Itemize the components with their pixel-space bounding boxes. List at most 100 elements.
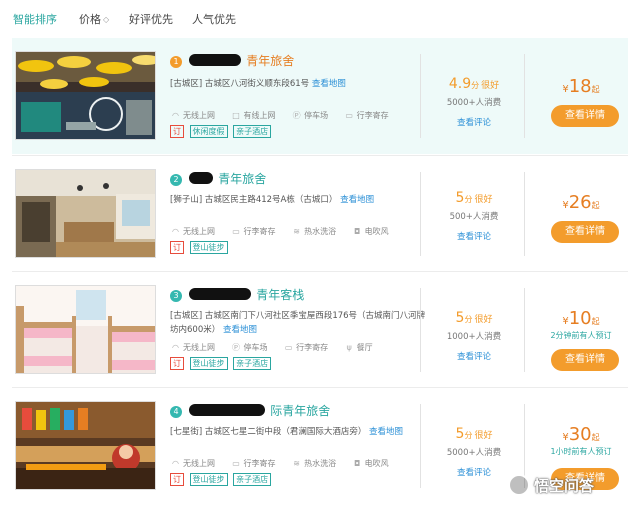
parking-icon: Ⓟ (292, 111, 301, 120)
theme-tag: 登山徒步 (189, 357, 228, 370)
price-value: 10 (568, 308, 592, 329)
sort-price[interactable]: 价格 ◇ (79, 11, 109, 27)
hotel-card[interactable]: 1 青年旅舍 [古城区] 古城区八河街义顺东段61号 查看地图 ◠ 无线上网 □ 有… (12, 38, 628, 154)
hotel-address: [七星街] 古城区七星二街中段（君澜国际大酒店旁） 查看地图 (170, 425, 432, 439)
sort-popularity[interactable]: 人气优先 (192, 11, 236, 27)
rating-word: 很好 (474, 315, 493, 325)
sort-rating[interactable]: 好评优先 (129, 11, 173, 27)
rank-badge: 4 (170, 406, 182, 418)
view-details-button[interactable]: 查看详情 (551, 221, 619, 243)
booking-tag: 订 (170, 473, 184, 486)
amenity-label: 行李寄存 (243, 459, 276, 468)
view-reviews-link[interactable]: 查看评论 (424, 350, 524, 362)
rating-block: 5分 很好 500+人消费 查看评论 (424, 190, 524, 242)
hotel-title[interactable]: 3 青年客栈 (170, 284, 304, 304)
theme-tag: 休闲度假 (189, 125, 228, 138)
price-suffix: 起 (591, 433, 600, 442)
wifi-icon: ◠ (172, 227, 179, 236)
rank-badge: 3 (170, 290, 182, 302)
recent-booking-note: 2分钟前有人预订 (550, 331, 612, 340)
view-map-link[interactable]: 查看地图 (340, 195, 374, 205)
address-text: [古城区] 古城区八河街义顺东段61号 (170, 79, 310, 89)
hotel-title[interactable]: 4 际青年旅舍 (170, 400, 330, 420)
sort-price-label: 价格 (79, 13, 101, 26)
divider (420, 288, 421, 372)
score-unit: 分 (464, 315, 473, 324)
tags-row: 订 登山徒步 亲子酒店 (170, 357, 274, 370)
hotel-card[interactable]: 2 青年旅舍 [狮子山] 古城区民主路412号A栋（古城口） 查看地图 ◠ 无线上… (12, 156, 628, 272)
hotel-name: 青年旅舍 (218, 172, 267, 186)
price-block: ¥26起 (532, 192, 630, 213)
view-map-link[interactable]: 查看地图 (223, 325, 257, 335)
price-suffix: 起 (591, 201, 600, 210)
rank-badge: 2 (170, 174, 182, 186)
amenity-label: 无线上网 (183, 227, 215, 236)
amenity-label: 无线上网 (183, 343, 215, 352)
hotel-photo[interactable] (15, 169, 156, 258)
view-map-link[interactable]: 查看地图 (369, 427, 403, 437)
wifi-icon: ◠ (172, 343, 179, 352)
wifi-icon: ◠ (172, 459, 179, 468)
amenity-label: 行李寄存 (356, 111, 389, 120)
address-text: [狮子山] 古城区民主路412号A栋（古城口） (170, 195, 338, 205)
consumer-count: 500+人消费 (449, 212, 499, 222)
amenity-label: 停车场 (243, 343, 268, 352)
rating-word: 很好 (481, 81, 500, 91)
hotel-photo[interactable] (15, 285, 156, 374)
hotel-address: [古城区] 古城区南门下八河社区季宝屋西段176号（古城南门八河牌坊内600米）… (170, 309, 432, 337)
view-reviews-link[interactable]: 查看评论 (424, 230, 524, 242)
amenity-label: 行李寄存 (296, 343, 329, 352)
network-icon: □ (232, 111, 240, 120)
rank-badge: 1 (170, 56, 182, 68)
score-value: 4.9 (448, 76, 472, 92)
score-unit: 分 (471, 81, 480, 90)
price-value: 26 (568, 192, 592, 213)
shower-icon: ≋ (293, 459, 300, 468)
redaction-mark (189, 172, 214, 184)
tags-row: 订 登山徒步 亲子酒店 (170, 473, 274, 486)
view-details-button[interactable]: 查看详情 (551, 349, 619, 371)
theme-tag: 亲子酒店 (233, 473, 272, 486)
redaction-mark (189, 404, 266, 416)
address-text: [古城区] 古城区南门下八河社区季宝屋西段176号（古城南门八河牌坊内600米） (170, 311, 426, 335)
amenity-label: 热水洗浴 (304, 459, 337, 468)
luggage-icon: ▭ (284, 343, 293, 352)
luggage-icon: ▭ (232, 227, 240, 236)
hotel-card[interactable]: 3 青年客栈 [古城区] 古城区南门下八河社区季宝屋西段176号（古城南门八河牌… (12, 272, 628, 388)
booking-tag: 订 (170, 241, 184, 254)
hotel-photo[interactable] (15, 401, 156, 490)
amenity-label: 无线上网 (183, 111, 215, 120)
amenity-label: 电吹风 (364, 459, 389, 468)
amenities-row: ◠ 无线上网 ▭ 行李寄存 ≋ 热水洗浴 ◘ 电吹风 (170, 458, 402, 469)
booking-tag: 订 (170, 357, 184, 370)
hotel-name: 青年旅舍 (246, 54, 295, 68)
amenity-label: 停车场 (304, 111, 329, 120)
divider (524, 288, 525, 372)
price-value: 30 (568, 424, 592, 445)
amenity-label: 电吹风 (364, 227, 389, 236)
recent-booking-note: 1小时前有人预订 (550, 447, 612, 456)
divider (420, 172, 421, 256)
theme-tag: 登山徒步 (189, 473, 228, 486)
tags-row: 订 登山徒步 (170, 241, 231, 254)
amenity-label: 有线上网 (243, 111, 276, 120)
view-map-link[interactable]: 查看地图 (312, 79, 346, 89)
amenity-label: 行李寄存 (243, 227, 276, 236)
score-unit: 分 (464, 195, 473, 204)
view-details-button[interactable]: 查看详情 (551, 105, 619, 127)
rating-word: 很好 (474, 431, 493, 441)
hotel-title[interactable]: 2 青年旅舍 (170, 168, 266, 188)
watermark-text: 悟空问答 (534, 477, 595, 495)
hairdryer-icon: ◘ (353, 459, 361, 468)
sort-smart[interactable]: 智能排序 (13, 11, 57, 27)
hotel-title[interactable]: 1 青年旅舍 (170, 50, 294, 70)
hotel-photo[interactable] (15, 51, 156, 140)
price-value: 18 (568, 76, 592, 97)
wifi-icon: ◠ (172, 111, 179, 120)
amenities-row: ◠ 无线上网 □ 有线上网 Ⓟ 停车场 ▭ 行李寄存 (170, 110, 402, 121)
hotel-name: 际青年旅舍 (270, 404, 331, 418)
price-block: ¥10起 2分钟前有人预订 (532, 308, 630, 341)
divider (524, 54, 525, 138)
luggage-icon: ▭ (345, 111, 353, 120)
view-reviews-link[interactable]: 查看评论 (424, 116, 524, 128)
